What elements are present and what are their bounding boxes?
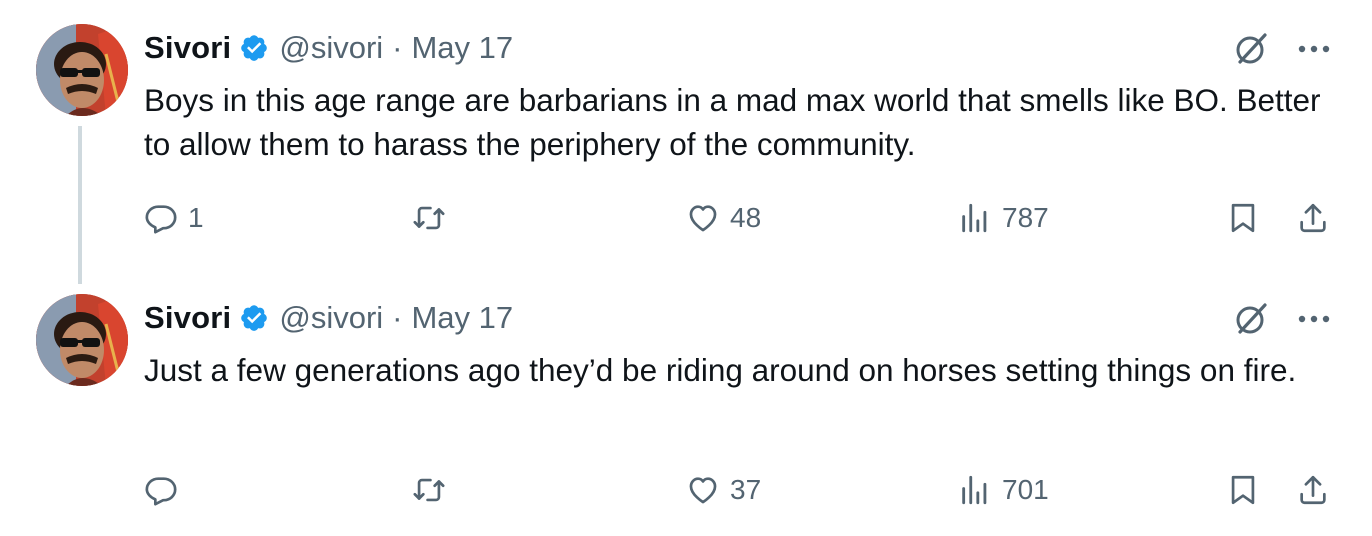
reply-button[interactable] [144,468,188,512]
tweet-top-actions [1232,30,1332,68]
grok-icon[interactable] [1232,30,1270,68]
share-icon [1296,201,1330,235]
like-button[interactable]: 48 [686,196,761,240]
reply-count: 1 [188,202,204,233]
share-icon [1296,473,1330,507]
tweet[interactable]: Sivori @sivori · May 17 Boys in this age… [0,0,1372,284]
retweet-button[interactable] [412,468,456,512]
verified-badge-icon[interactable] [239,303,269,333]
author-name[interactable]: Sivori [144,30,231,66]
bookmark-button[interactable] [1226,468,1260,512]
view-count: 701 [1002,474,1049,505]
author-handle[interactable]: @sivori [279,300,383,336]
tweet-actions: 37 701 [144,468,1334,512]
more-icon[interactable] [1296,301,1332,337]
reply-button[interactable]: 1 [144,196,204,240]
tweet-header: Sivori @sivori · May 17 [144,26,513,70]
reply-icon [144,473,178,507]
view-count: 787 [1002,202,1049,233]
avatar[interactable] [36,294,128,386]
views-button[interactable]: 787 [958,196,1049,240]
separator: · [392,30,403,65]
tweet-date[interactable]: May 17 [411,30,513,66]
tweet-top-actions [1232,300,1332,338]
tweet-text: Boys in this age range are barbarians in… [144,82,1321,162]
views-icon [958,201,992,235]
like-button[interactable]: 37 [686,468,761,512]
share-button[interactable] [1296,468,1330,512]
like-count: 37 [730,474,762,505]
tweet[interactable]: Sivori @sivori · May 17 Just a few gener… [0,270,1372,536]
retweet-icon [412,473,446,507]
tweet-text: Just a few generations ago they’d be rid… [144,352,1297,388]
separator: · [392,300,403,335]
bookmark-icon [1226,473,1260,507]
tweet-header: Sivori @sivori · May 17 [144,296,513,340]
views-button[interactable]: 701 [958,468,1049,512]
retweet-icon [412,201,446,235]
tweet-actions: 1 48 787 [144,196,1334,240]
more-icon[interactable] [1296,31,1332,67]
verified-badge-icon[interactable] [239,33,269,63]
bookmark-icon [1226,201,1260,235]
like-icon [686,473,720,507]
share-button[interactable] [1296,196,1330,240]
bookmark-button[interactable] [1226,196,1260,240]
like-count: 48 [730,202,762,233]
avatar[interactable] [36,24,128,116]
views-icon [958,473,992,507]
author-handle[interactable]: @sivori [279,30,383,66]
retweet-button[interactable] [412,196,456,240]
tweet-date[interactable]: May 17 [411,300,513,336]
reply-icon [144,201,178,235]
grok-icon[interactable] [1232,300,1270,338]
like-icon [686,201,720,235]
author-name[interactable]: Sivori [144,300,231,336]
thread-line [78,126,82,284]
